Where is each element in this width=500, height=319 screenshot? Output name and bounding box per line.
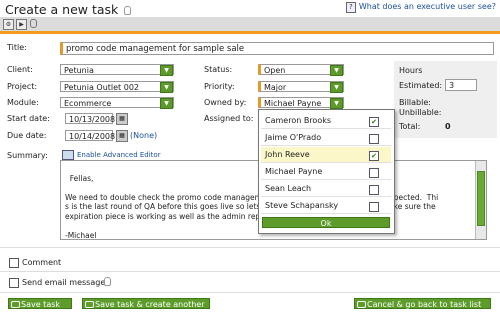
title-label: Title: [7, 43, 27, 52]
status-select[interactable]: Open ▼ [258, 64, 344, 76]
module-label: Module: [7, 98, 39, 107]
chevron-down-icon: ▼ [160, 65, 173, 76]
start-date-input[interactable]: 10/13/2008 [65, 113, 115, 124]
comment-checkbox[interactable] [9, 258, 19, 268]
lightbulb-icon [124, 6, 132, 15]
estimated-label: Estimated: [399, 81, 443, 90]
list-item[interactable]: John Reeve ✔ [261, 147, 391, 163]
assigned-to-label: Assigned to: [204, 114, 254, 123]
hours-panel: Hours Estimated: 3 Billable: Unbillable:… [394, 61, 497, 138]
due-date-none-link[interactable]: (None) [130, 131, 157, 140]
total-label: Total: [399, 122, 421, 131]
comment-label: Comment [22, 258, 62, 267]
billable-label: Billable: [399, 98, 431, 107]
project-label: Project: [7, 82, 38, 91]
chevron-down-icon: ▼ [160, 98, 173, 109]
checkbox-checked[interactable]: ✔ [369, 151, 379, 161]
list-item[interactable]: Michael Payne [261, 164, 391, 180]
chevron-down-icon: ▼ [330, 82, 343, 93]
cancel-icon [357, 301, 366, 308]
list-item[interactable]: Cameron Brooks ✔ [261, 113, 391, 129]
total-value: 0 [445, 122, 451, 131]
lightbulb-icon [104, 277, 111, 286]
chevron-down-icon: ▼ [330, 98, 343, 109]
send-email-checkbox[interactable] [9, 278, 19, 288]
help-icon: ? [345, 2, 356, 13]
editor-icon [62, 150, 74, 160]
list-item[interactable]: Sean Leach [261, 181, 391, 197]
due-date-input[interactable]: 10/14/2008 [65, 130, 115, 141]
estimated-input[interactable]: 3 [445, 79, 477, 91]
client-label: Client: [7, 65, 33, 74]
page-title: Create a new task [5, 2, 132, 17]
lightbulb-icon[interactable] [30, 19, 37, 28]
unbillable-label: Unbillable: [399, 108, 442, 117]
list-item[interactable]: Steve Schapansky [261, 198, 391, 214]
save-task-button[interactable]: Save task [8, 298, 72, 309]
cancel-button[interactable]: Cancel & go back to task list [354, 298, 491, 309]
priority-select[interactable]: Major ▼ [258, 81, 344, 93]
hours-title: Hours [399, 66, 423, 75]
due-date-label: Due date: [7, 131, 47, 140]
owned-by-select[interactable]: Michael Payne ▼ [258, 97, 344, 109]
settings-icon[interactable]: ⚙ [3, 19, 14, 30]
play-icon[interactable]: ▶ [16, 19, 27, 30]
chevron-down-icon: ▼ [330, 65, 343, 76]
module-select[interactable]: Ecommerce ▼ [60, 97, 174, 109]
ok-button[interactable]: Ok [262, 217, 390, 228]
summary-label: Summary: [7, 151, 48, 160]
save-icon [85, 301, 94, 308]
priority-label: Priority: [204, 82, 235, 91]
assignee-dropdown: Cameron Brooks ✔ Jaime O'Prado John Reeve… [258, 109, 395, 234]
save-and-create-another-button[interactable]: Save task & create another [82, 298, 210, 309]
send-email-label: Send email message [22, 278, 106, 287]
checkbox[interactable] [369, 202, 379, 212]
scrollbar[interactable] [475, 161, 486, 239]
checkbox[interactable] [369, 185, 379, 195]
project-select[interactable]: Petunia Outlet 002 ▼ [60, 81, 174, 93]
save-icon [11, 301, 20, 308]
checkbox[interactable] [369, 168, 379, 178]
start-date-label: Start date: [7, 114, 50, 123]
scrollbar-thumb[interactable] [477, 171, 485, 226]
list-item[interactable]: Jaime O'Prado [261, 130, 391, 146]
enable-advanced-editor-link[interactable]: Enable Advanced Editor [77, 151, 161, 159]
owned-by-label: Owned by: [204, 98, 247, 107]
chevron-down-icon: ▼ [160, 82, 173, 93]
status-label: Status: [204, 65, 233, 74]
checkbox-checked[interactable]: ✔ [369, 117, 379, 127]
client-select[interactable]: Petunia ▼ [60, 64, 174, 76]
help-link[interactable]: ? What does an executive user see? [345, 2, 496, 13]
calendar-icon[interactable]: ▦ [116, 130, 128, 142]
toolbar: ⚙ ▶ [0, 17, 500, 34]
title-input[interactable]: promo code management for sample sale [60, 42, 494, 55]
calendar-icon[interactable]: ▦ [116, 113, 128, 125]
checkbox[interactable] [369, 134, 379, 144]
